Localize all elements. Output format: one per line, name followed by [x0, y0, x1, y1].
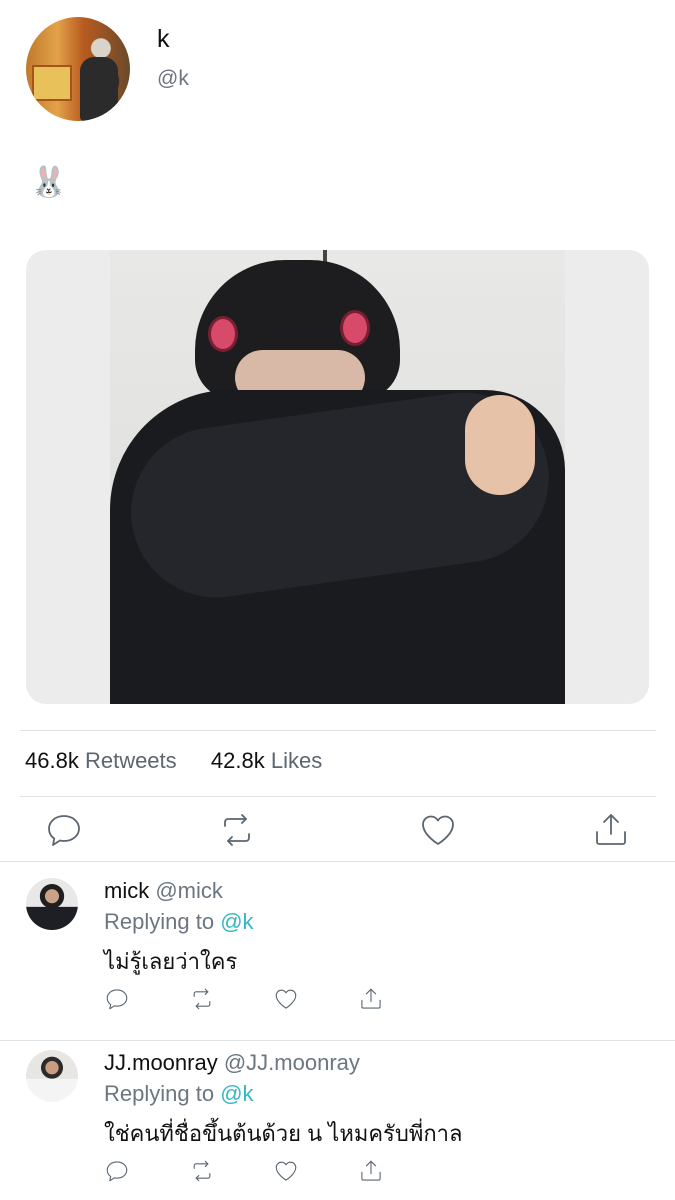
likes-count[interactable]: 42.8k: [211, 748, 265, 773]
tweet-stats: 46.8k Retweets 42.8k Likes: [25, 748, 322, 774]
replying-to-mention[interactable]: @k: [220, 1081, 253, 1106]
reply-icon[interactable]: [102, 984, 132, 1014]
reply-actions: [0, 1156, 675, 1190]
retweets-count[interactable]: 46.8k: [25, 748, 79, 773]
reply-actions: [0, 984, 675, 1018]
photo-hair-clip: [340, 310, 370, 346]
reply-item[interactable]: mick @mick Replying to @k ไม่รู้เลยว่าใค…: [0, 878, 675, 1018]
reply-author-handle[interactable]: @mick: [155, 878, 223, 903]
avatar-background-art: [32, 65, 72, 101]
reply-author-name[interactable]: mick: [104, 878, 149, 903]
divider: [0, 861, 675, 862]
replying-to-label: Replying to: [104, 1081, 215, 1106]
reply-avatar[interactable]: [26, 878, 78, 930]
share-icon[interactable]: [356, 1156, 386, 1186]
tweet-photo: [110, 250, 565, 704]
likes-label[interactable]: Likes: [271, 748, 322, 773]
reply-icon[interactable]: [102, 1156, 132, 1186]
divider: [0, 1040, 675, 1041]
like-icon[interactable]: [271, 984, 301, 1014]
tweet-header: k @k: [26, 17, 646, 127]
reply-avatar[interactable]: [26, 1050, 78, 1102]
share-icon[interactable]: [356, 984, 386, 1014]
replying-to: Replying to @k: [104, 909, 254, 935]
retweets-label[interactable]: Retweets: [85, 748, 177, 773]
retweet-icon[interactable]: [215, 808, 259, 852]
author-avatar[interactable]: [26, 17, 130, 121]
reply-author[interactable]: JJ.moonray @JJ.moonray: [104, 1050, 360, 1076]
reply-author-name[interactable]: JJ.moonray: [104, 1050, 218, 1075]
reply-author-handle[interactable]: @JJ.moonray: [224, 1050, 360, 1075]
replying-to-label: Replying to: [104, 909, 215, 934]
reply-item[interactable]: JJ.moonray @JJ.moonray Replying to @k ใช…: [0, 1050, 675, 1190]
tweet-media[interactable]: [26, 250, 649, 704]
author-handle[interactable]: @k: [157, 67, 189, 91]
tweet-actions: [0, 805, 675, 855]
divider: [20, 796, 656, 797]
like-icon[interactable]: [271, 1156, 301, 1186]
reply-text: ใช่คนที่ชื่อขึ้นต้นด้วย น ไหมครับพี่กาล: [104, 1121, 463, 1146]
photo-hair-clip: [208, 316, 238, 352]
author-name[interactable]: k: [157, 25, 170, 54]
avatar-person: [80, 57, 118, 121]
share-icon[interactable]: [589, 808, 633, 852]
retweet-icon[interactable]: [187, 1156, 217, 1186]
reply-author[interactable]: mick @mick: [104, 878, 223, 904]
retweet-icon[interactable]: [187, 984, 217, 1014]
photo-hand: [465, 395, 535, 495]
like-icon[interactable]: [416, 808, 460, 852]
tweet-text: 🐰: [30, 166, 68, 199]
reply-text: ไม่รู้เลยว่าใคร: [104, 949, 238, 974]
replying-to-mention[interactable]: @k: [220, 909, 253, 934]
reply-icon[interactable]: [42, 808, 86, 852]
replying-to: Replying to @k: [104, 1081, 254, 1107]
divider: [20, 730, 656, 731]
